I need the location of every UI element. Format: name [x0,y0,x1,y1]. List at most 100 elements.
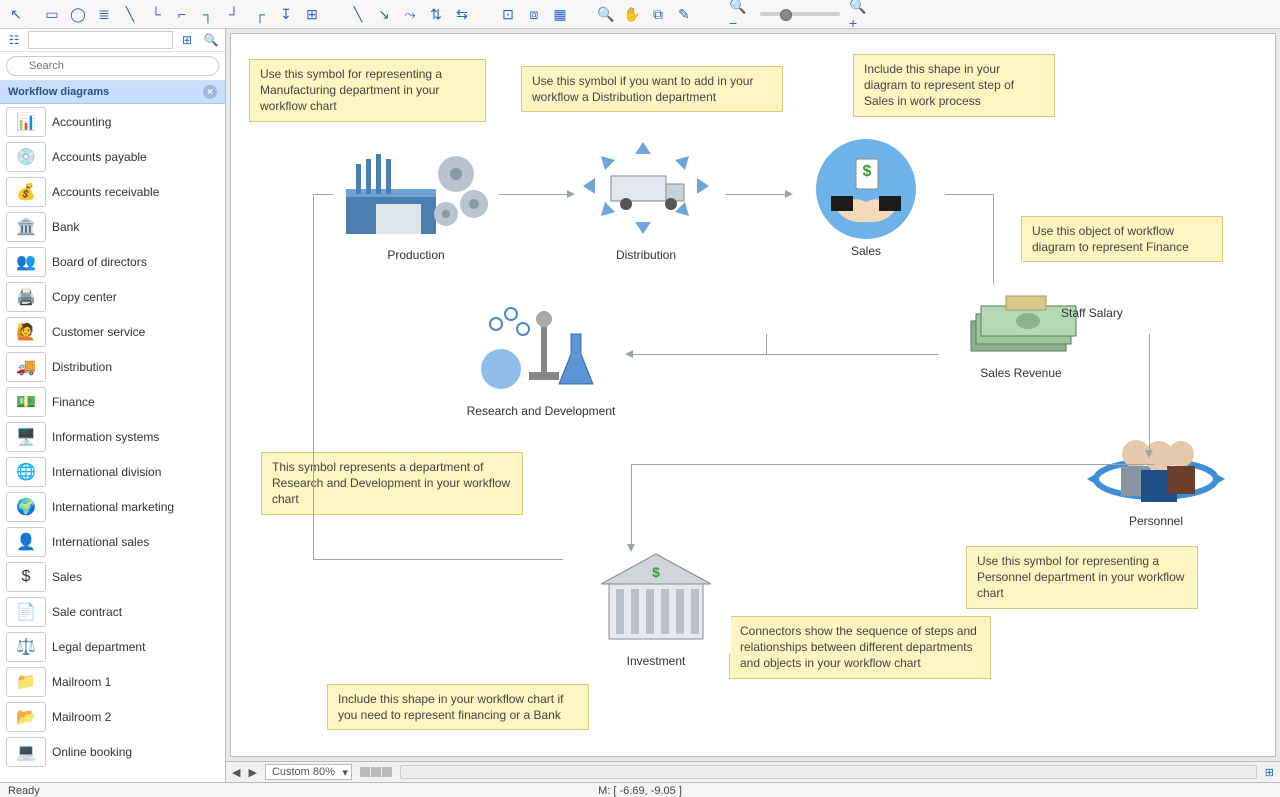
bracket-tool-3[interactable]: ┘ [222,2,246,26]
step-tool-2[interactable]: ↧ [274,2,298,26]
stencil-item-international-marketing[interactable]: 🌍 International marketing [0,489,225,524]
stencil-thumb: 👤 [6,527,46,557]
stencil-thumb: 🖥️ [6,422,46,452]
horizontal-scrollbar[interactable] [400,765,1257,779]
zoom-selector[interactable]: Custom 80%▾ [265,764,352,780]
stencil-label: Accounts payable [52,150,147,164]
sidebar-name-field[interactable] [28,31,173,49]
stencil-item-sales[interactable]: $Sales [0,559,225,594]
page-nav-prev[interactable]: ◀ [232,766,240,779]
canvas[interactable]: Use this symbol for representing a Manuf… [230,33,1276,757]
connector-line[interactable]: ╲ [346,2,370,26]
zoom-tool[interactable]: 🔍 [594,2,618,26]
stencil-thumb: 🙋 [6,317,46,347]
connector-spline[interactable]: ⤳ [398,2,422,26]
callout-research: This symbol represents a department of R… [261,452,523,515]
stencil-label: International sales [52,535,149,549]
stencil-item-mailroom-2[interactable]: 📂Mailroom 2 [0,699,225,734]
rect-tool[interactable]: ▭ [40,2,64,26]
canvas-status-bar: ◀ ▶ Custom 80%▾ ⊞ [226,761,1280,782]
stencil-item-accounts-payable[interactable]: 💿 Accounts payable [0,139,225,174]
stencil-item-customer-service[interactable]: 🙋Customer service [0,314,225,349]
ungroup-tool[interactable]: ⧈ [522,2,546,26]
stencil-item-copy-center[interactable]: 🖨️Copy center [0,279,225,314]
search-icon[interactable]: 🔍 [201,30,221,50]
node-label: Personnel [1071,514,1241,528]
stencil-item-board-of-directors[interactable]: 👥Board of directors [0,244,225,279]
stencil-label: Mailroom 1 [52,675,111,689]
connector-curve[interactable]: ↘ [372,2,396,26]
node-sales[interactable]: $ Sales [786,134,946,258]
node-label: Sales Revenue [936,366,1106,380]
stencil-label: Accounting [52,115,111,129]
step-tool[interactable]: ┌ [248,2,272,26]
grid-view-icon[interactable]: ⊞ [177,30,197,50]
node-label: Investment [561,654,751,668]
stencil-label: International marketing [52,500,174,514]
callout-connectors: Connectors show the sequence of steps an… [729,616,991,679]
stencil-thumb: 📁 [6,667,46,697]
stencil-item-accounts-receivable[interactable]: 💰Accounts receivable [0,174,225,209]
stencil-item-finance[interactable]: 💵Finance [0,384,225,419]
node-label: Production [331,248,501,262]
node-distribution[interactable]: Distribution [566,134,726,262]
pan-tool[interactable]: ✋ [620,2,644,26]
text-tool[interactable]: ≣ [92,2,116,26]
bracket-tool[interactable]: ⌐ [170,2,194,26]
node-sales-revenue[interactable]: Sales Revenue [936,286,1106,380]
stencil-thumb: 🌐 [6,457,46,487]
stencil-thumb: 📄 [6,597,46,627]
stamp-tool[interactable]: ⧉ [646,2,670,26]
zoom-slider[interactable] [760,12,840,16]
node-personnel[interactable]: Personnel [1071,424,1241,528]
close-icon[interactable]: × [203,85,217,99]
svg-text:$: $ [863,163,872,180]
stencil-item-mailroom-1[interactable]: 📁 Mailroom 1 [0,664,225,699]
connector-v[interactable]: ⇅ [424,2,448,26]
stencil-item-information-systems[interactable]: 🖥️Information systems [0,419,225,454]
grid-tool[interactable]: ⊞ [300,2,324,26]
bracket-tool-2[interactable]: ┐ [196,2,220,26]
draw-tool[interactable]: ✎ [672,2,696,26]
node-label: Research and Development [446,404,636,418]
status-mouse: M: [ -6.69, -9.05 ] [598,785,682,797]
ellipse-tool[interactable]: ◯ [66,2,90,26]
sidebar-toolbar: ☷ ⊞ 🔍 [0,29,225,52]
layout-icon[interactable]: ⊞ [1265,766,1274,779]
stencil-item-international-division[interactable]: 🌐International division [0,454,225,489]
align-tool[interactable]: ▦ [548,2,572,26]
stencil-thumb: 💿 [6,142,46,172]
stencil-item-online-booking[interactable]: 💻Online booking [0,734,225,769]
callout-bank: Include this shape in your workflow char… [327,684,589,730]
zoom-out[interactable]: 🔍− [728,2,752,26]
stencil-thumb: 💵 [6,387,46,417]
stencil-sidebar: ☷ ⊞ 🔍 🔍 Workflow diagrams × 📊Accounting💿… [0,29,226,782]
stencil-label: Distribution [52,360,112,374]
connector-h[interactable]: ⇆ [450,2,474,26]
stencil-item-accounting[interactable]: 📊Accounting [0,104,225,139]
section-header[interactable]: Workflow diagrams × [0,81,225,104]
group-tool[interactable]: ⊡ [496,2,520,26]
zoom-in[interactable]: 🔍+ [848,2,872,26]
line-tool[interactable]: ╲ [118,2,142,26]
node-investment[interactable]: $ Investment [561,544,751,668]
stencil-item-bank[interactable]: 🏛️Bank [0,209,225,244]
corner-tool[interactable]: └ [144,2,168,26]
svg-text:$: $ [652,564,660,580]
stencil-thumb: 🌍 [6,492,46,522]
stencil-item-international-sales[interactable]: 👤 International sales [0,524,225,559]
search-input[interactable] [6,56,219,76]
stencil-label: Bank [52,220,79,234]
node-research[interactable]: Research and Development [446,294,636,418]
tree-view-icon[interactable]: ☷ [4,30,24,50]
stencil-item-sale-contract[interactable]: 📄Sale contract [0,594,225,629]
stencil-thumb: 🖨️ [6,282,46,312]
stencil-item-legal-department[interactable]: ⚖️Legal department [0,629,225,664]
page-nav-next[interactable]: ▶ [248,766,256,779]
node-production[interactable]: Production [331,144,501,262]
callout-personnel: Use this symbol for representing a Perso… [966,546,1198,609]
label-staff-salary: Staff Salary [1061,306,1123,320]
pointer-tool[interactable]: ↖ [4,2,28,26]
stencil-item-distribution[interactable]: 🚚Distribution [0,349,225,384]
stencil-label: Online booking [52,745,132,759]
